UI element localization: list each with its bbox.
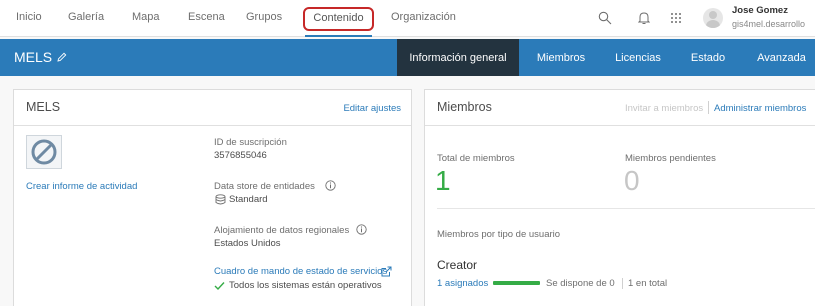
edit-pencil-icon[interactable] <box>57 52 67 62</box>
service-health-dashboard-link[interactable]: Cuadro de mando de estado de servicios <box>214 266 387 277</box>
active-nav-underline <box>305 35 372 37</box>
database-icon <box>215 194 226 205</box>
nav-contenido-highlight[interactable]: Contenido <box>303 7 374 31</box>
separator <box>437 208 815 209</box>
organization-info-panel: MELS Editar ajustes Crear informe de act… <box>13 89 412 306</box>
nav-inicio[interactable]: Inicio <box>16 11 42 23</box>
user-handle: gis4mel.desarrollo <box>732 19 806 29</box>
info-icon[interactable] <box>325 180 336 191</box>
nav-galeria[interactable]: Galería <box>68 11 104 23</box>
datastore-value: Standard <box>229 194 268 205</box>
organization-thumbnail <box>26 135 62 169</box>
tab-avanzada[interactable]: Avanzada <box>748 39 815 76</box>
app-launcher-icon[interactable] <box>670 12 682 24</box>
panel-header: MELS Editar ajustes <box>14 90 411 126</box>
pending-members-label: Miembros pendientes <box>625 153 716 164</box>
datastore-label: Data store de entidades <box>214 181 315 192</box>
user-avatar[interactable] <box>703 8 723 28</box>
notification-bell-icon[interactable] <box>638 11 650 25</box>
members-by-type-label: Miembros por tipo de usuario <box>437 229 561 240</box>
total-members-value: 1 <box>435 165 451 196</box>
available-count: Se dispone de 0 <box>546 278 615 289</box>
no-image-icon <box>31 139 57 165</box>
create-activity-report-link[interactable]: Crear informe de actividad <box>26 181 137 192</box>
search-icon[interactable] <box>598 11 612 25</box>
invite-members-link[interactable]: Invitar a miembros <box>625 103 703 114</box>
subscription-id-label: ID de suscripción <box>214 137 287 148</box>
tab-miembros[interactable]: Miembros <box>527 39 595 76</box>
tab-informacion-general[interactable]: Información general <box>397 39 519 76</box>
total-members-label: Total de miembros <box>437 153 515 164</box>
checkmark-icon <box>214 282 225 291</box>
members-panel: Miembros Invitar a miembros Administrar … <box>424 89 815 306</box>
divider <box>622 278 623 289</box>
tab-licencias[interactable]: Licencias <box>606 39 670 76</box>
regional-hosting-label: Alojamiento de datos regionales <box>214 225 350 236</box>
assigned-count-link[interactable]: 1 asignados <box>437 278 488 289</box>
nav-contenido[interactable]: Contenido <box>305 12 372 24</box>
external-link-icon[interactable] <box>381 266 392 277</box>
divider <box>708 101 709 114</box>
assigned-progress-bar <box>493 281 540 285</box>
user-name[interactable]: Jose Gomez <box>732 5 788 16</box>
tab-estado[interactable]: Estado <box>682 39 734 76</box>
panel-title: MELS <box>26 100 61 114</box>
info-icon[interactable] <box>356 224 367 235</box>
panel-header: Miembros Invitar a miembros Administrar … <box>425 90 815 126</box>
manage-members-link[interactable]: Administrar miembros <box>714 103 806 114</box>
pending-members-value: 0 <box>624 165 640 196</box>
organization-bar: MELS Información general Miembros Licenc… <box>0 39 815 76</box>
user-type-name: Creator <box>437 258 478 272</box>
nav-organizacion[interactable]: Organización <box>391 11 456 23</box>
edit-settings-link[interactable]: Editar ajustes <box>343 103 401 114</box>
service-status-text: Todos los sistemas están operativos <box>229 280 382 291</box>
organization-title: MELS <box>14 49 53 65</box>
regional-hosting-value: Estados Unidos <box>214 238 281 249</box>
subscription-id-value: 3576855046 <box>214 150 267 161</box>
total-count: 1 en total <box>628 278 668 289</box>
panel-title: Miembros <box>437 100 492 114</box>
top-navigation: Inicio Galería Mapa Escena Grupos Conten… <box>0 0 815 37</box>
nav-grupos[interactable]: Grupos <box>246 11 282 23</box>
nav-mapa[interactable]: Mapa <box>132 11 160 23</box>
nav-escena[interactable]: Escena <box>188 11 225 23</box>
